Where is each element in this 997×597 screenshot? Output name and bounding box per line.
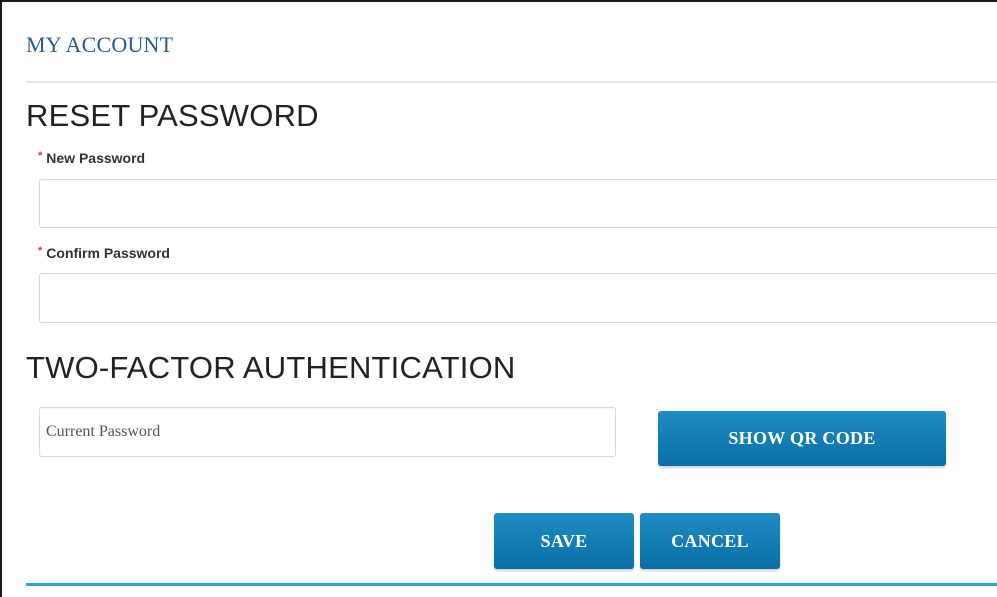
cancel-button[interactable]: CANCEL: [640, 513, 780, 569]
new-password-label-text: New Password: [46, 150, 146, 166]
header-divider: [26, 81, 997, 83]
footer-divider: [26, 583, 997, 586]
confirm-password-label-text: Confirm Password: [46, 245, 170, 261]
new-password-field[interactable]: [39, 179, 997, 228]
new-password-label: * New Password: [38, 150, 145, 166]
required-marker: *: [38, 245, 43, 257]
two-factor-heading: TWO-FACTOR AUTHENTICATION: [26, 350, 516, 385]
show-qr-code-button[interactable]: SHOW QR CODE: [658, 411, 946, 466]
page-title: MY ACCOUNT: [26, 32, 174, 57]
confirm-password-label: * Confirm Password: [38, 245, 170, 261]
current-password-field[interactable]: [39, 407, 616, 457]
reset-password-heading: RESET PASSWORD: [26, 98, 319, 133]
account-panel: MY ACCOUNT RESET PASSWORD * New Password …: [0, 0, 997, 597]
confirm-password-field[interactable]: [39, 273, 997, 323]
required-marker: *: [38, 150, 43, 162]
save-button[interactable]: SAVE: [494, 513, 634, 569]
